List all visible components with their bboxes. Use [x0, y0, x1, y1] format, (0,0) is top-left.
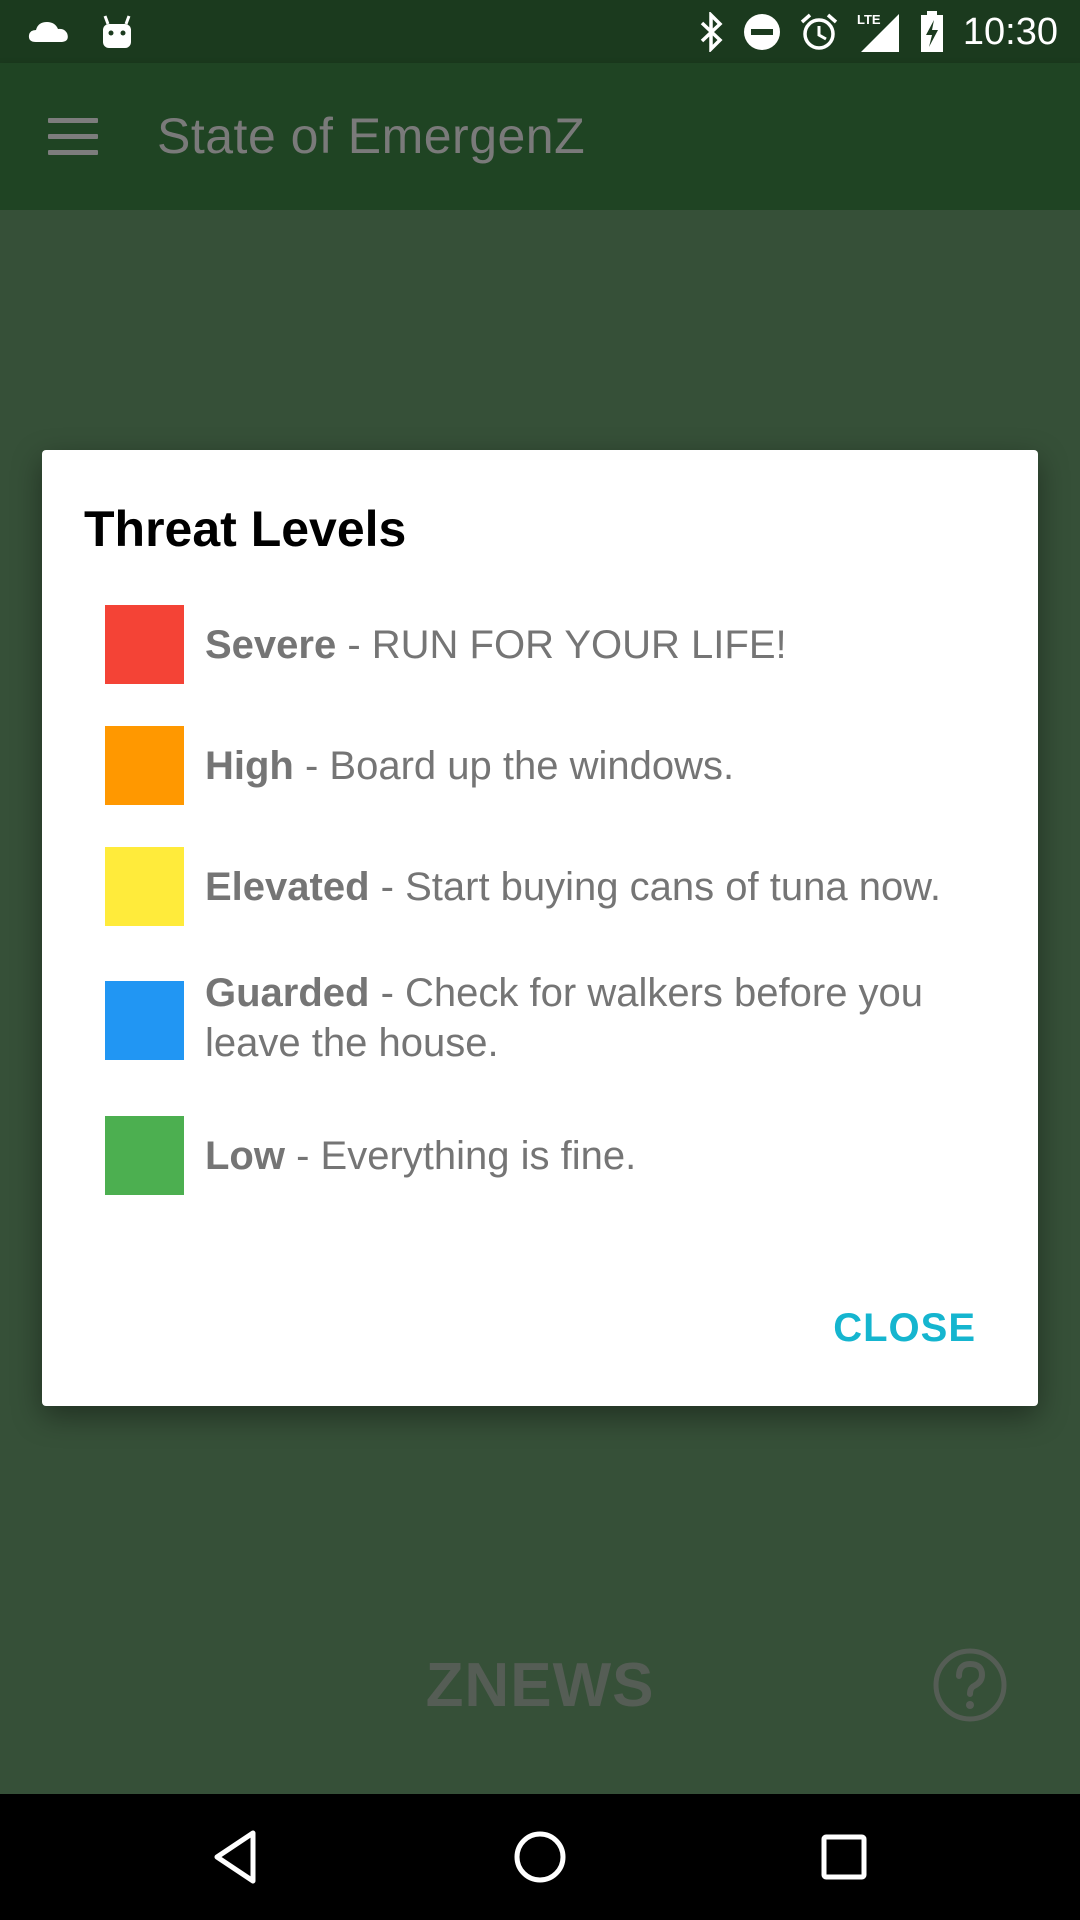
bluetooth-icon — [700, 12, 723, 52]
question-circle-icon[interactable] — [932, 1647, 1008, 1723]
threat-levels-dialog: Threat Levels Severe - RUN FOR YOUR LIFE… — [42, 450, 1038, 1406]
status-notifications — [28, 12, 134, 52]
high-color-swatch — [105, 726, 184, 805]
threat-level-severe: Severe - RUN FOR YOUR LIFE! — [105, 605, 985, 684]
level-description: - Board up the windows. — [293, 744, 735, 788]
app-bar: State of EmergenZ — [0, 63, 1080, 210]
status-bar: LTE 10:30 — [0, 0, 1080, 63]
threat-level-high: High - Board up the windows. — [105, 726, 985, 805]
level-name: Guarded — [205, 971, 370, 1015]
threat-level-low: Low - Everything is fine. — [105, 1116, 985, 1195]
severe-color-swatch — [105, 605, 184, 684]
svg-text:LTE: LTE — [857, 12, 881, 27]
back-icon[interactable] — [207, 1827, 267, 1887]
status-icons: LTE 10:30 — [699, 8, 1058, 56]
status-time: 10:30 — [962, 10, 1058, 53]
elevated-color-swatch — [105, 847, 184, 926]
level-name: High — [205, 744, 294, 788]
alarm-icon — [800, 13, 838, 50]
level-description: - Start buying cans of tuna now. — [369, 865, 941, 909]
znews-logo: ZNEWS — [425, 1651, 655, 1720]
level-name: Low — [205, 1134, 285, 1178]
lte-signal-icon: LTE — [857, 12, 899, 52]
battery-charging-icon — [920, 11, 943, 52]
cloud-icon — [28, 22, 68, 42]
low-color-swatch — [105, 1116, 184, 1195]
app-title: State of EmergenZ — [157, 108, 586, 164]
level-description: - RUN FOR YOUR LIFE! — [336, 623, 787, 667]
close-button[interactable]: CLOSE — [833, 1306, 976, 1351]
recents-icon[interactable] — [814, 1827, 874, 1887]
hamburger-menu-icon[interactable] — [48, 118, 98, 158]
dialog-title: Threat Levels — [84, 501, 407, 557]
navigation-bar — [0, 1794, 1080, 1920]
do-not-disturb-icon — [743, 14, 780, 50]
level-description: - Everything is fine. — [284, 1134, 637, 1178]
guarded-color-swatch — [105, 981, 184, 1060]
level-name: Severe — [205, 623, 337, 667]
level-name: Elevated — [205, 865, 370, 909]
threat-level-guarded: Guarded - Check for walkers before you l… — [105, 968, 985, 1068]
android-icon — [103, 15, 131, 48]
home-icon[interactable] — [510, 1827, 570, 1887]
threat-level-elevated: Elevated - Start buying cans of tuna now… — [105, 847, 985, 926]
